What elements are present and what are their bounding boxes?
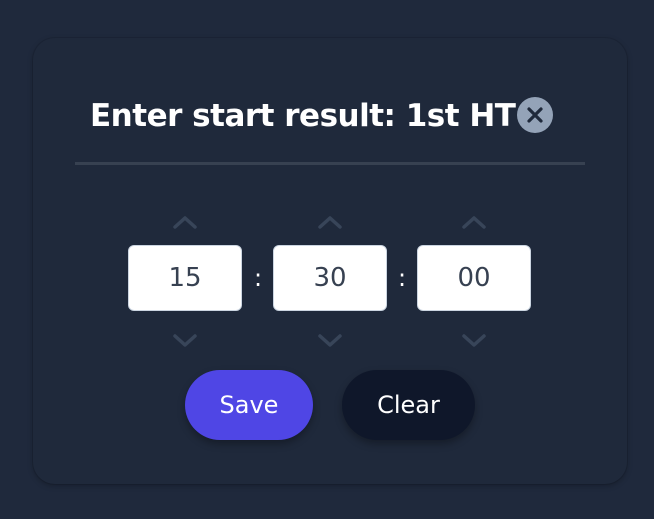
seconds-increment-chevron-up-icon[interactable] — [461, 214, 487, 230]
time-separator: : — [253, 264, 263, 292]
seconds-decrement-chevron-down-icon[interactable] — [461, 333, 487, 349]
hours-decrement-chevron-down-icon[interactable] — [172, 333, 198, 349]
minutes-increment-chevron-up-icon[interactable] — [317, 214, 343, 230]
save-button[interactable]: Save — [185, 370, 313, 440]
minutes-decrement-chevron-down-icon[interactable] — [317, 333, 343, 349]
close-icon — [527, 107, 543, 123]
minutes-input[interactable] — [273, 245, 387, 311]
time-separator: : — [397, 264, 407, 292]
hours-increment-chevron-up-icon[interactable] — [172, 214, 198, 230]
hours-input[interactable] — [128, 245, 242, 311]
dialog-title: Enter start result: 1st HT — [90, 98, 516, 134]
seconds-input[interactable] — [417, 245, 531, 311]
close-button[interactable] — [517, 97, 553, 133]
clear-button[interactable]: Clear — [342, 370, 475, 440]
title-divider — [75, 162, 585, 165]
